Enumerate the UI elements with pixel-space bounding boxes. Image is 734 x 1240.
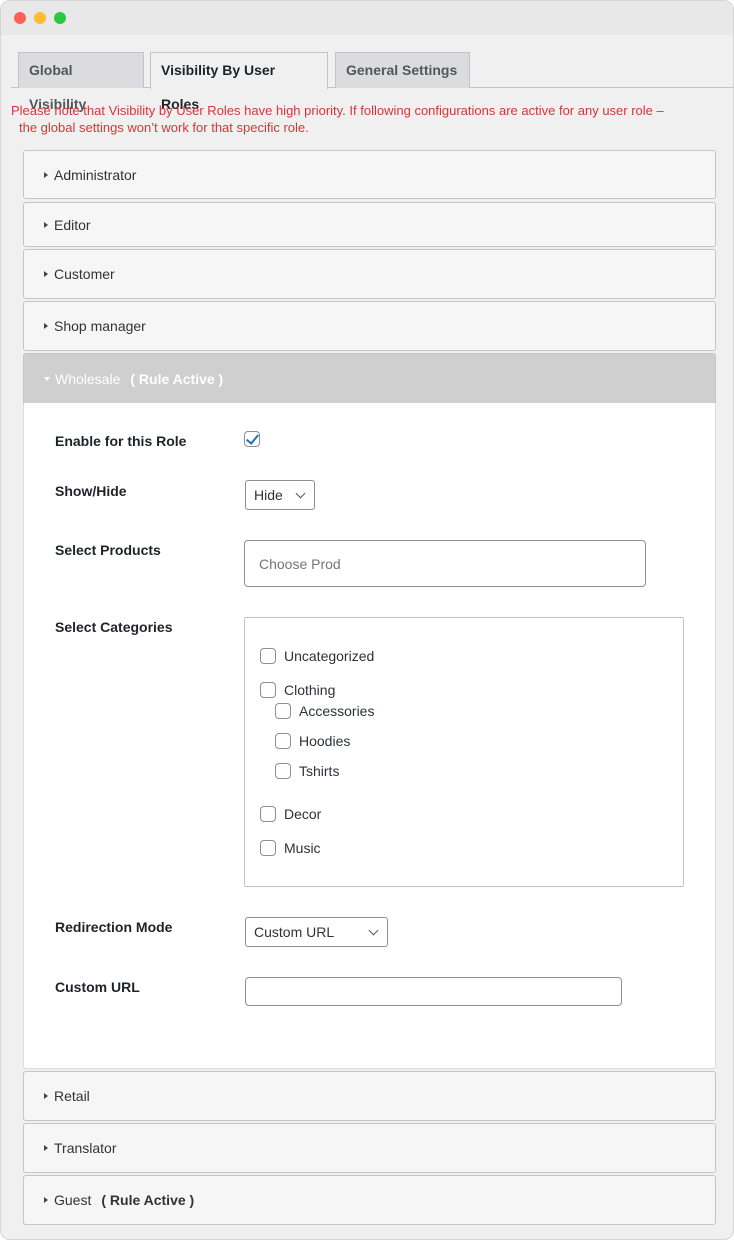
role-panel-retail: Retail	[23, 1071, 716, 1121]
category-item-uncategorized[interactable]: Uncategorized	[260, 648, 374, 664]
category-checkbox[interactable]	[275, 703, 291, 719]
caret-right-icon	[44, 1197, 48, 1203]
minimize-window-button[interactable]	[34, 12, 46, 24]
role-panel-shop-manager: Shop manager	[23, 301, 716, 351]
chevron-down-icon	[295, 488, 306, 499]
enable-role-checkbox[interactable]	[244, 431, 260, 447]
role-panel-wholesale-body: Enable for this Role Show/Hide Hide Sele…	[23, 403, 716, 1069]
role-panel-guest: Guest ( Rule Active )	[23, 1175, 716, 1225]
role-name: Guest	[54, 1192, 92, 1208]
role-name: Editor	[54, 216, 91, 233]
role-header-retail[interactable]: Retail	[23, 1071, 716, 1121]
category-label: Decor	[284, 806, 322, 822]
products-placeholder: Choose Prod	[259, 555, 341, 572]
role-name: Wholesale	[55, 370, 121, 387]
chevron-down-icon	[368, 925, 379, 936]
role-panel-customer: Customer	[23, 249, 716, 299]
notice-line-2: the global settings won’t work for that …	[19, 120, 309, 135]
role-name: Administrator	[54, 166, 137, 183]
redirection-mode-label: Redirection Mode	[55, 919, 173, 935]
priority-notice: Please note that Visibility by User Role…	[11, 102, 703, 136]
tab-visibility-by-user-roles[interactable]: Visibility By User Roles	[150, 52, 328, 112]
rule-active-badge: ( Rule Active )	[130, 370, 224, 387]
title-bar	[1, 1, 733, 35]
caret-right-icon	[44, 1145, 48, 1151]
role-name: Customer	[54, 266, 115, 282]
enable-role-label: Enable for this Role	[55, 433, 187, 449]
role-header-customer[interactable]: Customer	[23, 249, 716, 299]
custom-url-label: Custom URL	[55, 979, 140, 995]
category-item-hoodies[interactable]: Hoodies	[275, 733, 350, 749]
select-products-input[interactable]: Choose Prod	[244, 540, 646, 587]
categories-checklist: Uncategorized Clothing Accessories Hoodi…	[244, 617, 684, 887]
role-name: Retail	[54, 1088, 90, 1104]
redirection-mode-value: Custom URL	[254, 924, 335, 940]
category-label: Tshirts	[299, 763, 340, 779]
role-header-wholesale[interactable]: Wholesale ( Rule Active )	[23, 353, 716, 403]
category-checkbox[interactable]	[260, 840, 276, 856]
category-item-music[interactable]: Music	[260, 840, 321, 856]
tab-general-settings[interactable]: General Settings	[335, 52, 470, 88]
category-label: Music	[284, 840, 321, 856]
app-window: Global Visibility Visibility By User Rol…	[0, 0, 734, 1240]
notice-line-1: Please note that Visibility by User Role…	[11, 103, 664, 118]
category-item-decor[interactable]: Decor	[260, 806, 321, 822]
category-label: Hoodies	[299, 733, 351, 749]
caret-right-icon	[44, 221, 48, 228]
category-checkbox[interactable]	[260, 806, 276, 822]
close-window-button[interactable]	[14, 12, 26, 24]
select-products-label: Select Products	[55, 542, 161, 558]
select-categories-label: Select Categories	[55, 619, 173, 635]
category-item-clothing[interactable]: Clothing	[260, 682, 335, 698]
role-panel-administrator: Administrator	[23, 150, 716, 199]
role-panel-editor: Editor	[23, 202, 716, 247]
show-hide-value: Hide	[254, 487, 283, 503]
caret-right-icon	[44, 1093, 48, 1099]
tab-global-visibility[interactable]: Global Visibility	[18, 52, 144, 112]
role-header-administrator[interactable]: Administrator	[23, 150, 716, 199]
maximize-window-button[interactable]	[54, 12, 66, 24]
settings-tabs: Global Visibility Visibility By User Rol…	[11, 52, 733, 112]
category-label: Clothing	[284, 682, 336, 698]
category-checkbox[interactable]	[275, 763, 291, 779]
category-checkbox[interactable]	[275, 733, 291, 749]
role-name: Shop manager	[54, 318, 146, 334]
category-label: Uncategorized	[284, 648, 375, 664]
category-item-tshirts[interactable]: Tshirts	[275, 763, 339, 779]
role-header-shop-manager[interactable]: Shop manager	[23, 301, 716, 351]
redirection-mode-select[interactable]: Custom URL	[245, 917, 388, 947]
show-hide-select[interactable]: Hide	[245, 480, 315, 510]
custom-url-input[interactable]	[245, 977, 622, 1006]
show-hide-label: Show/Hide	[55, 483, 127, 499]
category-item-accessories[interactable]: Accessories	[275, 703, 374, 719]
caret-down-icon	[44, 376, 50, 381]
role-header-editor[interactable]: Editor	[23, 202, 716, 247]
role-panel-translator: Translator	[23, 1123, 716, 1173]
category-checkbox[interactable]	[260, 648, 276, 664]
caret-right-icon	[44, 171, 48, 178]
caret-right-icon	[44, 271, 48, 277]
role-header-translator[interactable]: Translator	[23, 1123, 716, 1173]
category-label: Accessories	[299, 703, 375, 719]
caret-right-icon	[44, 323, 48, 329]
rule-active-badge: ( Rule Active )	[101, 1192, 195, 1208]
role-name: Translator	[54, 1140, 117, 1156]
category-checkbox[interactable]	[260, 682, 276, 698]
role-header-guest[interactable]: Guest ( Rule Active )	[23, 1175, 716, 1225]
